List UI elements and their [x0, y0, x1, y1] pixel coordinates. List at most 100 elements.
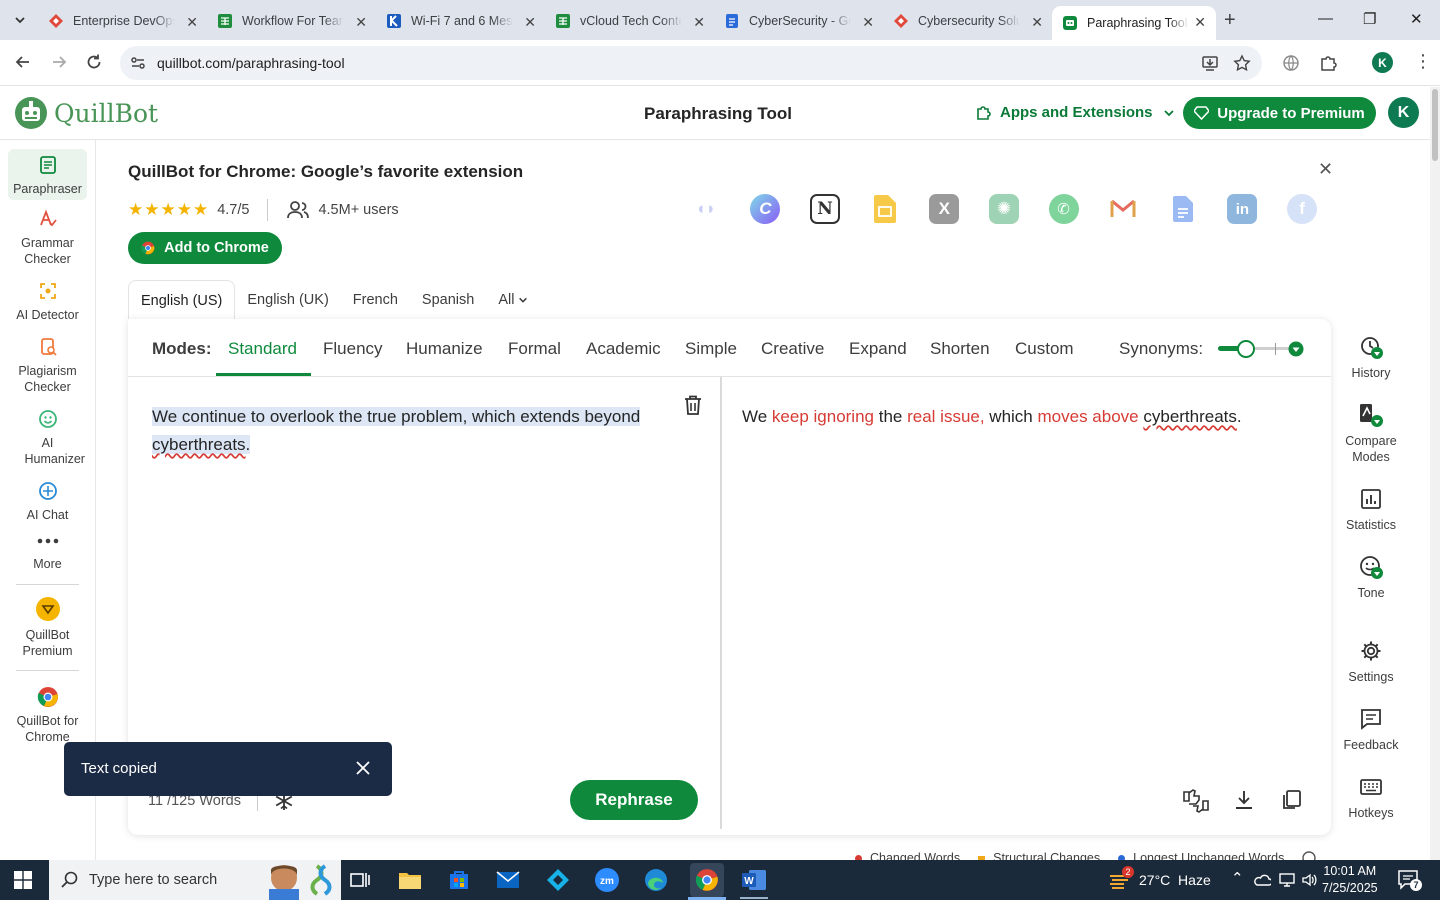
changed-phrase[interactable]: moves above [1038, 407, 1139, 426]
taskbar-search-box[interactable]: Type here to search [49, 860, 341, 900]
weather-widget[interactable]: 2 27°C Haze [1108, 866, 1211, 892]
compare-modes-button[interactable]: Compare Modes [1340, 402, 1402, 465]
quillbot-logo[interactable]: QuillBot [14, 96, 158, 130]
volume-icon[interactable] [1301, 872, 1317, 888]
tab-search-button[interactable] [9, 9, 31, 31]
forward-button[interactable] [50, 53, 68, 71]
browser-tab[interactable]: CyberSecurity - Google Docs ✕ [714, 6, 884, 36]
lang-tab-all[interactable]: All [486, 280, 540, 320]
onedrive-icon[interactable] [1253, 874, 1271, 886]
sidebar-item-ai-detector[interactable]: AI Detector [8, 280, 87, 323]
system-clock[interactable]: 10:01 AM 7/25/2025 [1322, 863, 1378, 897]
mode-standard[interactable]: Standard [228, 339, 297, 359]
scrollbar-thumb[interactable] [1432, 89, 1438, 161]
browser-tab[interactable]: Workflow For Teams ✕ [207, 6, 377, 36]
close-icon[interactable]: ✕ [862, 14, 874, 31]
globe-extension-icon[interactable] [1282, 54, 1300, 72]
feedback-button[interactable]: Feedback [1340, 706, 1402, 753]
browser-tab[interactable]: vCloud Tech Content ✕ [545, 6, 715, 36]
file-explorer-button[interactable] [396, 866, 424, 894]
browser-tab[interactable]: Enterprise DevOps ✕ [38, 6, 208, 36]
mode-custom[interactable]: Custom [1015, 339, 1074, 359]
slider-thumb[interactable] [1236, 340, 1255, 358]
changed-phrase[interactable]: keep ignoring [772, 407, 874, 426]
mail-button[interactable] [494, 866, 522, 894]
close-icon[interactable]: ✕ [1194, 14, 1206, 31]
synonyms-slider[interactable] [1218, 340, 1304, 358]
mode-simple[interactable]: Simple [685, 339, 737, 359]
address-bar[interactable]: quillbot.com/paraphrasing-tool [120, 46, 1262, 80]
mode-shorten[interactable]: Shorten [930, 339, 990, 359]
back-button[interactable] [14, 53, 32, 71]
start-button[interactable] [14, 871, 32, 889]
sidebar-item-premium[interactable]: QuillBot Premium [8, 596, 87, 659]
download-button[interactable] [1233, 789, 1255, 811]
store-button[interactable] [445, 866, 473, 894]
mode-formal[interactable]: Formal [508, 339, 561, 359]
input-text-area[interactable]: We continue to overlook the true problem… [152, 403, 652, 459]
chrome-taskbar-button[interactable] [690, 863, 724, 897]
user-avatar[interactable]: K [1388, 97, 1419, 128]
sidebar-item-paraphraser[interactable]: Paraphraser [8, 149, 87, 200]
install-app-icon[interactable] [1201, 54, 1219, 72]
sidebar-item-grammar[interactable]: Grammar Checker [8, 208, 87, 267]
history-button[interactable]: History [1340, 334, 1402, 381]
output-text-area[interactable]: We keep ignoring the real issue, which m… [742, 403, 1302, 431]
apps-extensions-menu[interactable]: Apps and Extensions [975, 104, 1175, 121]
zoom-button[interactable]: zm [593, 866, 621, 894]
mode-creative[interactable]: Creative [761, 339, 824, 359]
sidebar-item-more[interactable]: More [8, 534, 87, 572]
changed-phrase[interactable]: real issue, [907, 407, 984, 426]
mode-academic[interactable]: Academic [586, 339, 661, 359]
mode-fluency[interactable]: Fluency [323, 339, 383, 359]
close-icon[interactable]: ✕ [1318, 159, 1333, 180]
mode-humanize[interactable]: Humanize [406, 339, 483, 359]
task-view-button[interactable] [346, 866, 374, 894]
sidebar-item-plagiarism[interactable]: Plagiarism Checker [8, 336, 87, 395]
add-to-chrome-button[interactable]: Add to Chrome [128, 232, 282, 264]
restore-button[interactable]: ❐ [1363, 10, 1376, 28]
browser-tab[interactable]: Wi-Fi 7 and 6 Mesh ✕ [376, 6, 546, 36]
close-icon[interactable]: ✕ [186, 14, 198, 31]
sidebar-item-ai-humanizer[interactable]: AI Humanizer [8, 408, 87, 467]
page-scrollbar[interactable] [1430, 87, 1440, 860]
minimize-button[interactable]: — [1318, 10, 1333, 27]
lang-tab-english-us[interactable]: English (US) [128, 280, 236, 320]
browser-tab[interactable]: Cybersecurity Solutions ✕ [883, 6, 1053, 36]
hotkeys-button[interactable]: Hotkeys [1340, 774, 1402, 821]
close-icon[interactable]: ✕ [355, 14, 367, 31]
kodi-button[interactable] [544, 866, 572, 894]
lang-tab-english-uk[interactable]: English (UK) [235, 280, 340, 320]
close-icon[interactable] [354, 759, 372, 777]
new-tab-button[interactable]: + [1224, 9, 1236, 32]
chevron-up-icon[interactable]: ⌃ [1231, 869, 1244, 887]
close-icon[interactable]: ✕ [1031, 14, 1043, 31]
star-bookmark-icon[interactable] [1233, 54, 1251, 72]
mode-expand[interactable]: Expand [849, 339, 907, 359]
url-text[interactable]: quillbot.com/paraphrasing-tool [157, 55, 345, 71]
action-center-button[interactable]: 7 [1398, 870, 1422, 891]
profile-avatar[interactable]: K [1372, 52, 1393, 73]
close-icon[interactable]: ✕ [524, 14, 536, 31]
network-icon[interactable] [1279, 873, 1295, 887]
lang-tab-french[interactable]: French [341, 280, 410, 320]
edge-button[interactable] [642, 866, 670, 894]
upgrade-button[interactable]: Upgrade to Premium [1183, 97, 1376, 129]
statistics-button[interactable]: Statistics [1340, 486, 1402, 533]
word-button[interactable]: W [740, 866, 768, 894]
copy-button[interactable] [1281, 789, 1303, 811]
settings-button[interactable]: Settings [1340, 638, 1402, 685]
site-info-icon[interactable] [130, 55, 146, 71]
browser-tab-active[interactable]: Paraphrasing Tool ✕ [1052, 6, 1216, 40]
sidebar-item-chrome[interactable]: QuillBot for Chrome [8, 686, 87, 745]
close-window-button[interactable]: ✕ [1410, 10, 1423, 28]
rephrase-button[interactable]: Rephrase [570, 780, 698, 820]
clear-input-button[interactable] [684, 395, 702, 415]
reload-button[interactable] [85, 53, 103, 71]
puzzle-extensions-icon[interactable] [1319, 53, 1338, 72]
close-icon[interactable]: ✕ [693, 14, 705, 31]
tone-button[interactable]: Tone [1340, 554, 1402, 601]
kebab-menu-icon[interactable]: ⋮ [1414, 51, 1432, 71]
sidebar-item-ai-chat[interactable]: AI Chat [8, 480, 87, 523]
rate-output-button[interactable] [1182, 789, 1210, 813]
